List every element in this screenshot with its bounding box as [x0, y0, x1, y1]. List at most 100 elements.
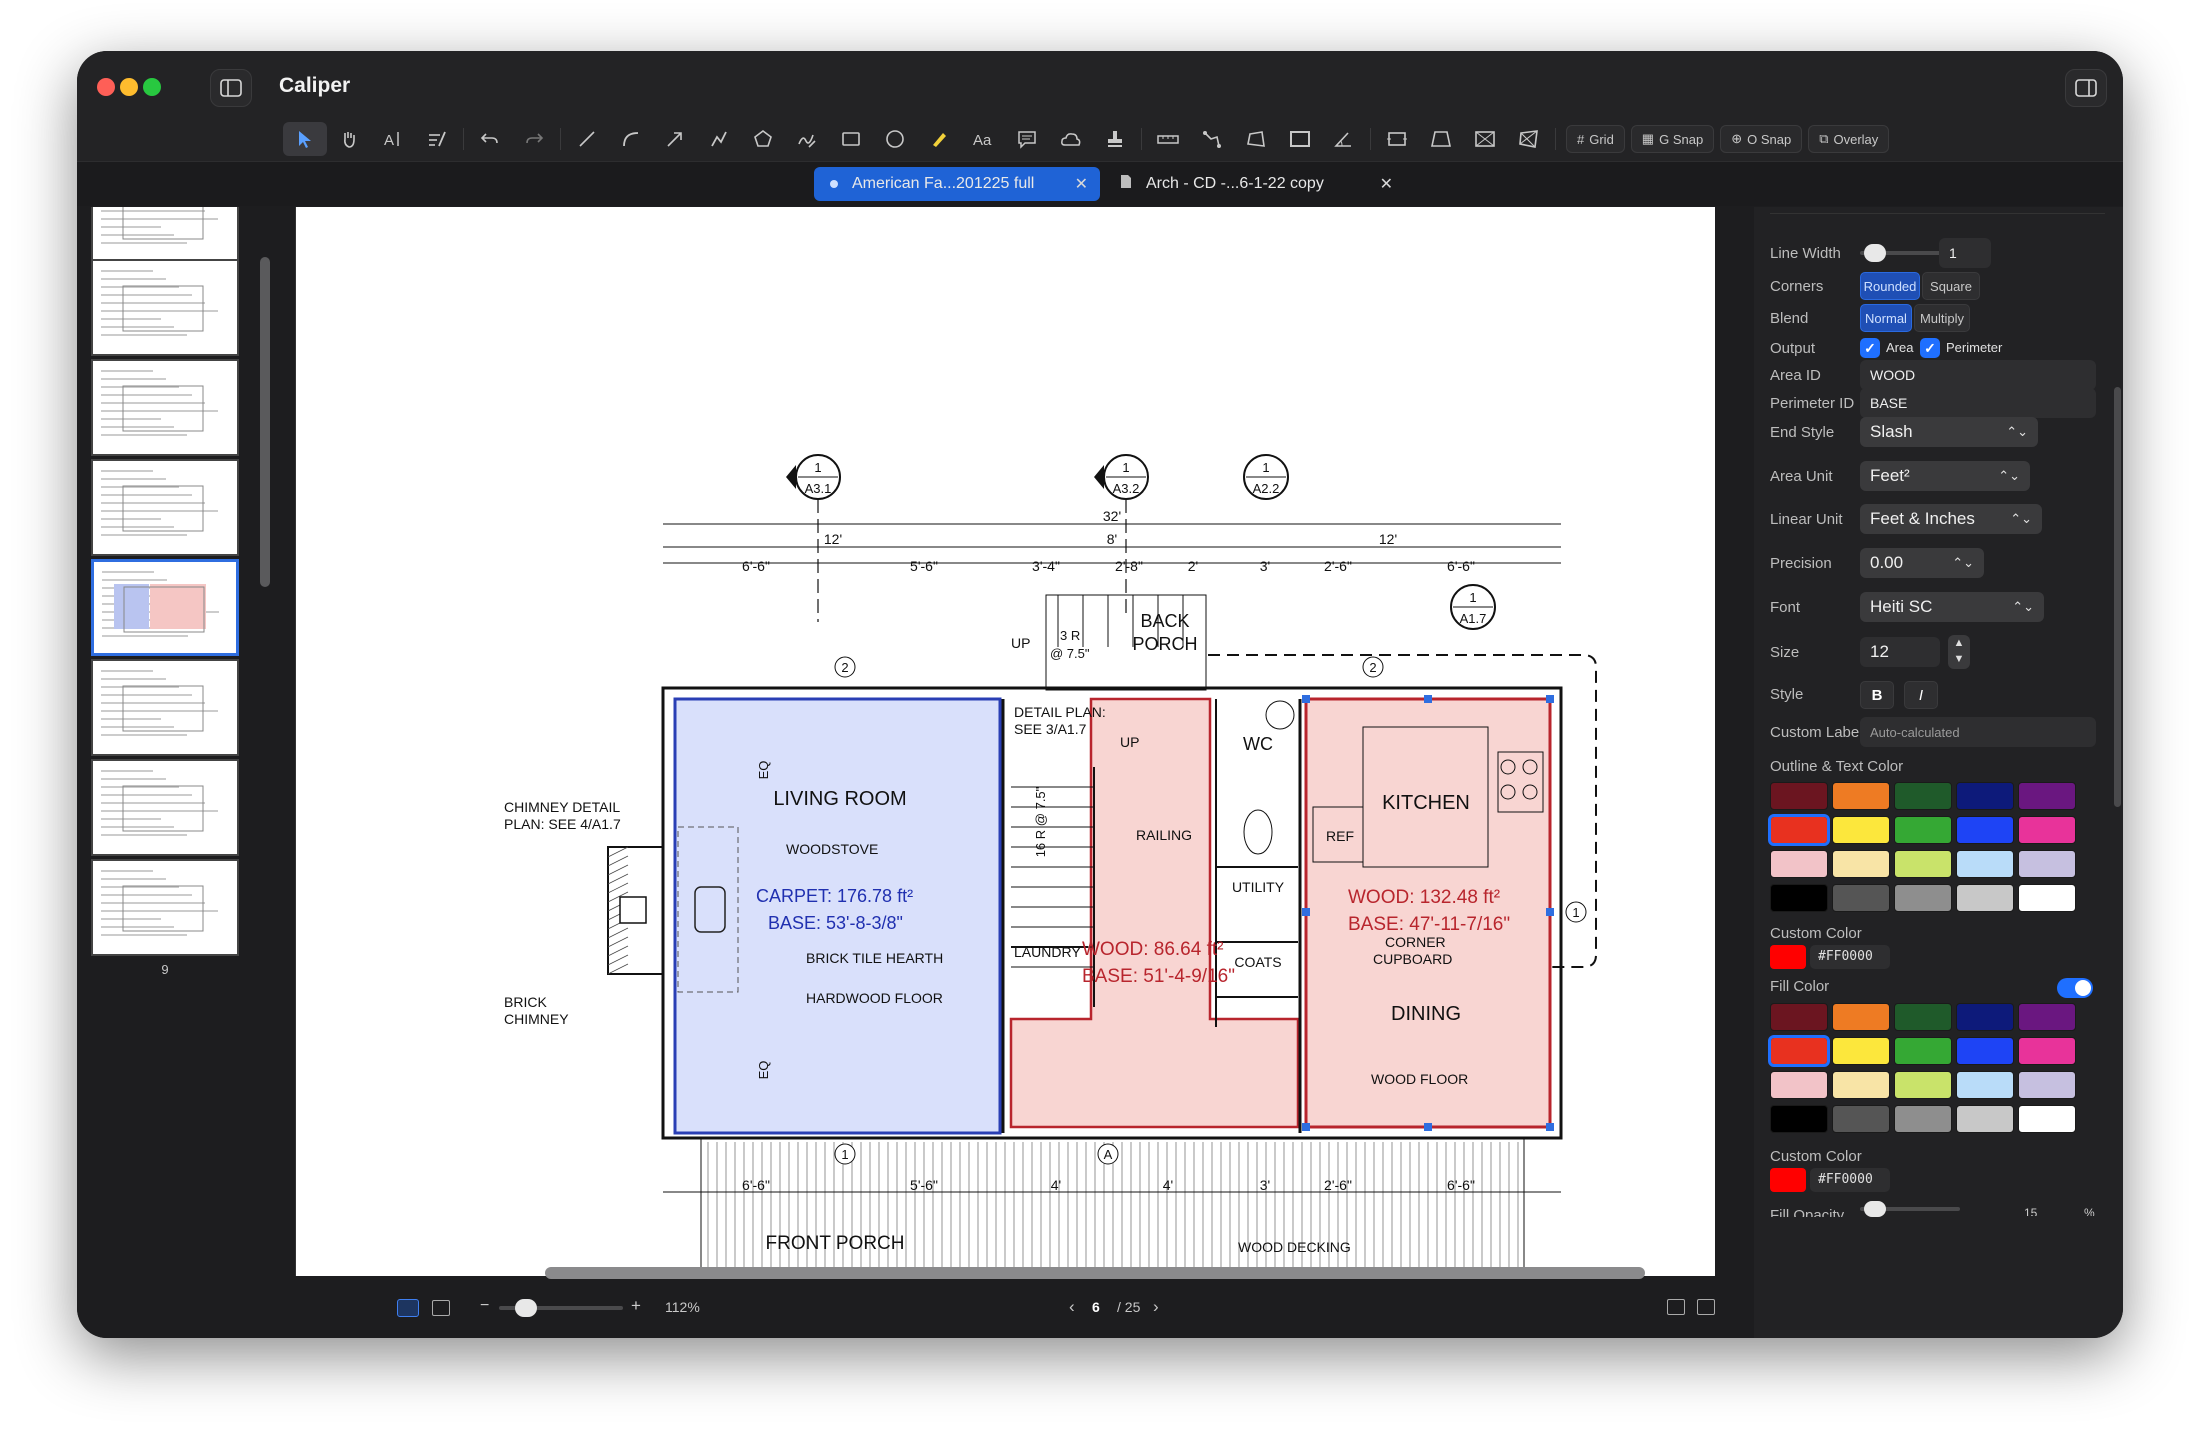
count-trap-tool-button[interactable] [1419, 122, 1463, 156]
color-swatch[interactable] [2018, 1071, 2076, 1099]
custom-fill-color-swatch[interactable] [1770, 1168, 1806, 1192]
document-tab[interactable]: Arch - CD -...6-1-22 copy ✕ [1110, 167, 1405, 201]
color-swatch[interactable] [1956, 1071, 2014, 1099]
line-width-slider-thumb[interactable] [1864, 244, 1886, 262]
sidebar-toggle-button[interactable] [210, 69, 252, 107]
fill-opacity-slider[interactable] [1860, 1201, 1960, 1217]
custom-label-input[interactable]: Auto-calculated [1860, 717, 2096, 747]
path-measure-tool-button[interactable] [1190, 122, 1234, 156]
color-swatch[interactable] [2018, 1037, 2076, 1065]
color-swatch[interactable] [1832, 1037, 1890, 1065]
color-swatch[interactable] [1894, 1003, 1952, 1031]
fill-opacity-value[interactable]: 15 [2024, 1206, 2037, 1216]
grid-snap-toggle[interactable]: ▦ G Snap [1630, 125, 1715, 153]
size-input[interactable]: 12 [1860, 637, 1940, 667]
color-swatch[interactable] [1956, 1003, 2014, 1031]
corners-square-button[interactable]: Square [1922, 272, 1980, 300]
close-tab-icon[interactable]: ✕ [1380, 174, 1393, 194]
minimize-window-button[interactable] [120, 78, 138, 96]
color-swatch[interactable] [2018, 850, 2076, 878]
area-rect-tool-button[interactable] [1278, 122, 1322, 156]
color-swatch[interactable] [1956, 884, 2014, 912]
color-swatch[interactable] [1832, 1105, 1890, 1133]
color-swatch[interactable] [1768, 814, 1830, 846]
page-thumbnail[interactable] [91, 659, 239, 756]
inspector-toggle-button[interactable] [2065, 69, 2107, 107]
highlighter-tool-button[interactable] [917, 122, 961, 156]
overlay-toggle[interactable]: ⧉ Overlay [1808, 125, 1890, 153]
redo-button[interactable] [512, 122, 556, 156]
color-swatch[interactable] [1768, 1035, 1830, 1067]
zoom-slider-thumb[interactable] [515, 1299, 537, 1317]
count-rect-tool-button[interactable] [1375, 122, 1419, 156]
color-swatch[interactable] [1770, 782, 1828, 810]
color-swatch[interactable] [2018, 884, 2076, 912]
page-thumbnail[interactable] [91, 359, 239, 456]
linear-unit-select[interactable]: Feet & Inches ⌃⌄ [1860, 504, 2042, 534]
color-swatch[interactable] [1832, 850, 1890, 878]
angle-tool-button[interactable] [1322, 122, 1366, 156]
color-swatch[interactable] [1894, 884, 1952, 912]
color-swatch[interactable] [1894, 850, 1952, 878]
polyline-tool-button[interactable] [697, 122, 741, 156]
font-select[interactable]: Heiti SC ⌃⌄ [1860, 592, 2044, 622]
color-swatch[interactable] [1894, 816, 1952, 844]
fill-color-toggle[interactable] [2057, 978, 2093, 998]
color-swatch[interactable] [1956, 1105, 2014, 1133]
color-swatch[interactable] [2018, 1003, 2076, 1031]
color-swatch[interactable] [1832, 782, 1890, 810]
hand-tool-button[interactable] [327, 122, 371, 156]
page-thumbnail[interactable] [91, 459, 239, 556]
count-poly-tool-button[interactable] [1507, 122, 1551, 156]
color-swatch[interactable] [1770, 1071, 1828, 1099]
color-swatch[interactable] [1832, 884, 1890, 912]
color-swatch[interactable] [2018, 816, 2076, 844]
area-polygon-tool-button[interactable] [1234, 122, 1278, 156]
horizontal-scrollbar[interactable] [545, 1267, 1645, 1279]
color-swatch[interactable] [2018, 782, 2076, 810]
size-stepper[interactable]: ▲ ▼ [1948, 635, 1970, 669]
color-swatch[interactable] [1832, 1003, 1890, 1031]
inspector-scrollbar[interactable] [2114, 387, 2121, 807]
color-swatch[interactable] [1956, 816, 2014, 844]
comment-tool-button[interactable] [1005, 122, 1049, 156]
ruler-tool-button[interactable] [1146, 122, 1190, 156]
color-swatch[interactable] [1956, 850, 2014, 878]
document-canvas[interactable]: 32' 12' 8' 12' 6'-6" 5'-6" 3'-4" 2'-8" 2' 3' 2'-6"… [295, 207, 1715, 1276]
grid-toggle[interactable]: # Grid [1566, 125, 1625, 153]
color-swatch[interactable] [1956, 782, 2014, 810]
zoom-in-button[interactable]: + [631, 1296, 641, 1316]
color-swatch[interactable] [1832, 1071, 1890, 1099]
next-page-button[interactable]: › [1153, 1297, 1159, 1317]
custom-color-hex-input[interactable]: #FF0000 [1810, 945, 1890, 969]
italic-button[interactable]: I [1904, 681, 1938, 709]
page-thumbnail[interactable] [91, 559, 239, 656]
area-id-input[interactable]: WOOD [1860, 360, 2096, 390]
page-thumbnail[interactable] [91, 759, 239, 856]
undo-button[interactable] [468, 122, 512, 156]
text-markup-tool-button[interactable] [415, 122, 459, 156]
previous-page-button[interactable]: ‹ [1069, 1297, 1075, 1317]
two-page-view-button[interactable] [1667, 1299, 1685, 1315]
color-swatch[interactable] [1832, 816, 1890, 844]
arc-tool-button[interactable] [609, 122, 653, 156]
blend-multiply-button[interactable]: Multiply [1914, 304, 1970, 332]
current-page[interactable]: 6 [1092, 1299, 1100, 1315]
close-window-button[interactable] [97, 78, 115, 96]
output-perimeter-checkbox[interactable]: ✓ [1920, 338, 1940, 358]
page-thumbnail[interactable] [91, 207, 239, 264]
end-style-select[interactable]: Slash ⌃⌄ [1860, 417, 2038, 447]
color-swatch[interactable] [1770, 850, 1828, 878]
object-snap-toggle[interactable]: ⊕ O Snap [1720, 125, 1803, 153]
text-select-tool-button[interactable]: A [371, 122, 415, 156]
ellipse-tool-button[interactable] [873, 122, 917, 156]
continuous-view-button[interactable] [432, 1300, 450, 1316]
zoom-out-button[interactable]: − [480, 1297, 489, 1315]
color-swatch[interactable] [1956, 1037, 2014, 1065]
color-swatch[interactable] [1770, 1105, 1828, 1133]
sidebar-scrollbar[interactable] [260, 257, 270, 587]
zoom-slider[interactable] [499, 1299, 623, 1317]
output-area-checkbox[interactable]: ✓ [1860, 338, 1880, 358]
zoom-window-button[interactable] [143, 78, 161, 96]
color-swatch[interactable] [2018, 1105, 2076, 1133]
